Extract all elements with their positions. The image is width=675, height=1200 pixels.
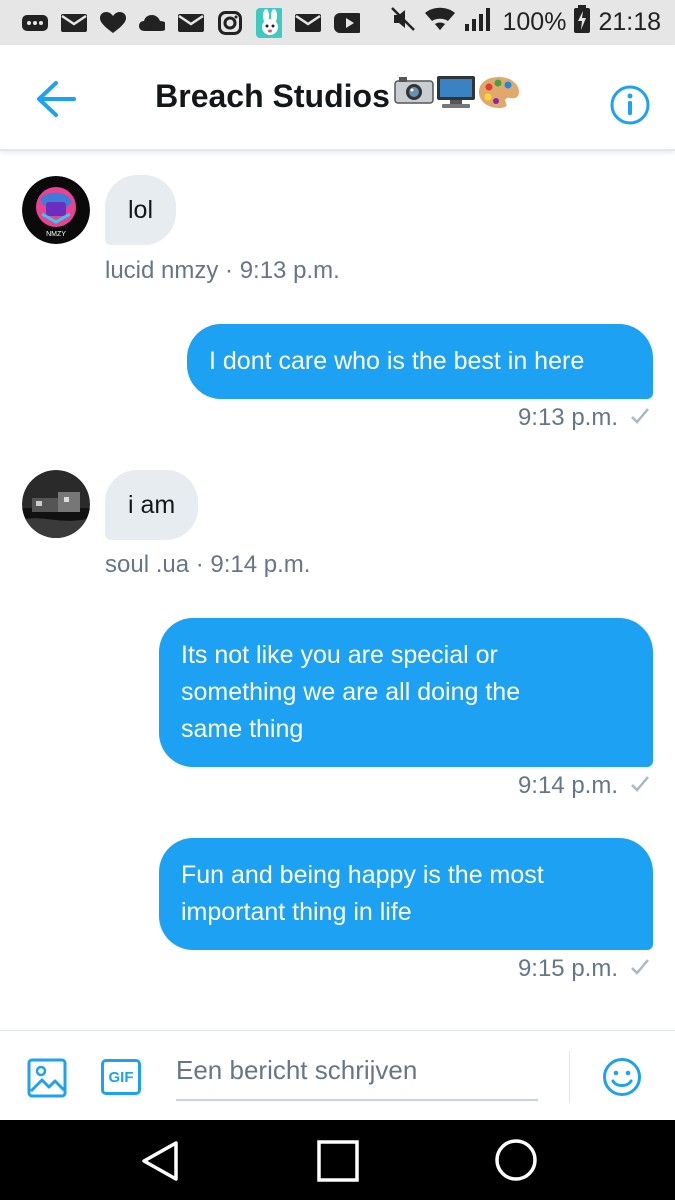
status-right: 100% 21:18	[390, 5, 661, 40]
status-bar: 100% 21:18	[0, 0, 675, 45]
dots-icon	[22, 12, 48, 34]
message-meta: lucid nmzy · 9:13 p.m.	[105, 257, 340, 284]
image-icon[interactable]	[27, 1058, 67, 1103]
group-name: Breach Studios	[155, 77, 390, 114]
sent-check-icon	[630, 772, 650, 800]
message-meta: 9:15 p.m.	[518, 955, 650, 983]
heart-icon	[100, 11, 126, 34]
gif-button[interactable]: GIF	[101, 1059, 141, 1095]
message-line: something we are all doing the	[181, 678, 521, 706]
sent-check-icon	[630, 955, 650, 983]
mail-icon	[61, 12, 87, 34]
status-time: 21:18	[598, 8, 661, 36]
camera-emoji	[394, 75, 434, 117]
message-thread: NMZY lol lucid nmzy · 9:13 p.m. I dont c…	[0, 153, 675, 1030]
conversation-title: Breach Studios	[0, 75, 675, 117]
message-meta: soul .ua · 9:14 p.m.	[105, 551, 311, 578]
notification-icons	[22, 7, 390, 38]
mail-icon	[295, 12, 321, 34]
nav-home-square-icon[interactable]	[317, 1140, 359, 1187]
message-line: same thing	[181, 715, 304, 743]
message-bubble-incoming[interactable]: lol	[105, 175, 177, 245]
message-input[interactable]: Een bericht schrijven	[176, 1049, 538, 1101]
system-nav-bar	[0, 1120, 675, 1200]
avatar-label: NMZY	[46, 231, 66, 238]
avatar[interactable]	[22, 470, 90, 538]
youtube-icon	[334, 12, 360, 34]
title-emoji-group	[394, 75, 520, 117]
message-bubble-incoming[interactable]: i am	[105, 470, 199, 540]
message-bubble-outgoing[interactable]: Its not like you are special or somethin…	[159, 618, 653, 767]
composer-divider	[569, 1051, 570, 1103]
avatar[interactable]: NMZY	[22, 176, 90, 244]
nav-recents-circle-icon[interactable]	[494, 1138, 538, 1187]
instagram-icon	[217, 10, 243, 35]
mail-icon	[178, 12, 204, 34]
computer-emoji	[436, 75, 476, 117]
signal-icon	[464, 6, 494, 39]
message-time: 9:13 p.m.	[517, 404, 618, 431]
bunny-app-icon	[256, 7, 282, 38]
message-bubble-outgoing[interactable]: I dont care who is the best in here	[187, 324, 653, 399]
message-meta: 9:14 p.m.	[518, 772, 650, 800]
palette-emoji	[478, 75, 520, 117]
message-bubble-outgoing[interactable]: Fun and being happy is the most importan…	[159, 838, 653, 950]
message-line: Fun and being happy is the most	[181, 861, 544, 889]
sent-check-icon	[630, 404, 650, 432]
message-time: 9:15 p.m.	[517, 955, 618, 982]
nav-back-icon[interactable]	[140, 1140, 180, 1187]
message-line: Its not like you are special or	[181, 641, 498, 669]
wifi-icon	[424, 6, 456, 39]
cloud-icon	[139, 12, 165, 34]
conversation-header: Breach Studios	[0, 45, 675, 151]
info-icon[interactable]	[609, 84, 651, 131]
message-composer: GIF Een bericht schrijven	[0, 1030, 675, 1120]
emoji-icon[interactable]	[602, 1057, 642, 1102]
battery-percent: 100%	[502, 8, 567, 36]
message-meta: 9:13 p.m.	[518, 404, 650, 432]
battery-charging-icon	[574, 5, 591, 40]
message-time: 9:14 p.m.	[517, 772, 618, 799]
message-line: important thing in life	[181, 898, 412, 926]
mute-icon	[390, 6, 416, 39]
